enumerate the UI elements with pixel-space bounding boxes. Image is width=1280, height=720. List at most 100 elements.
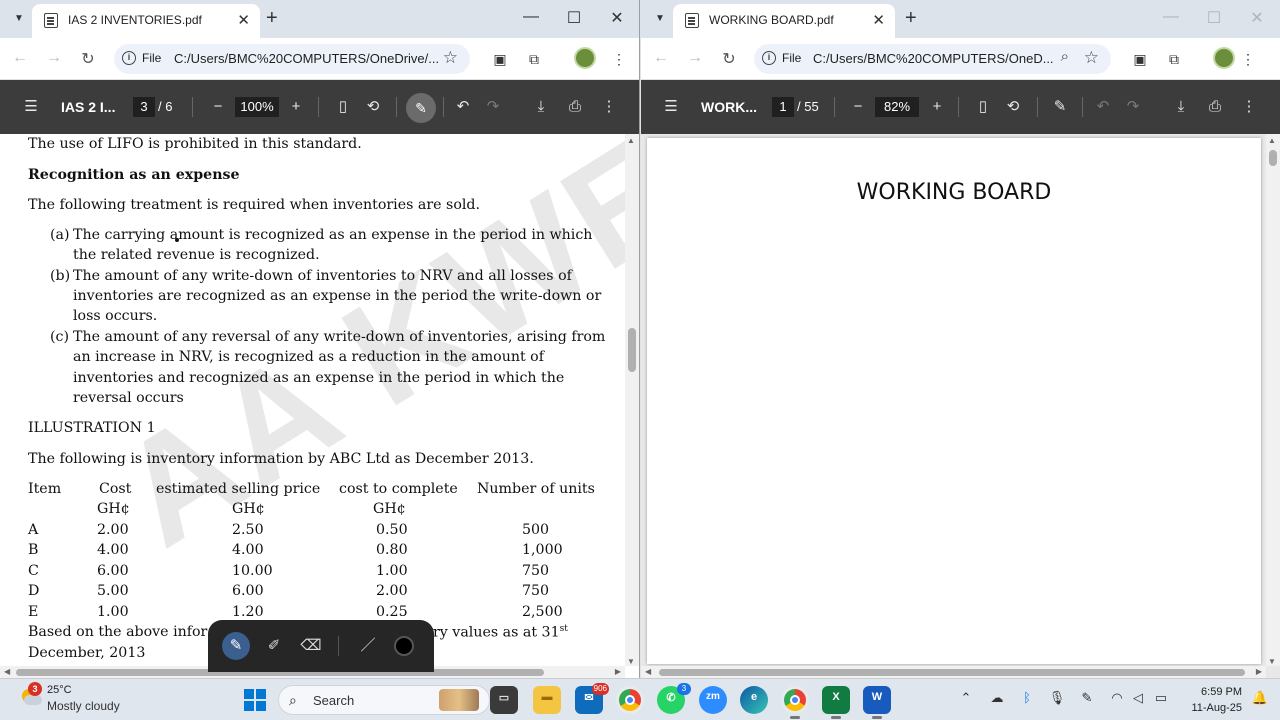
highlighter-tool-icon[interactable]: ✐ xyxy=(260,632,288,660)
scrollbar-thumb[interactable] xyxy=(628,328,636,372)
forward-arrow-icon[interactable]: → xyxy=(44,49,64,67)
info-icon[interactable]: i xyxy=(762,51,776,65)
reading-list-icon[interactable]: ▣ xyxy=(490,49,510,69)
more-options-icon[interactable]: ⋮ xyxy=(1238,97,1260,117)
pdf-viewer-right[interactable]: WORKING BOARD ▲ ▼ ◀ ▶ xyxy=(641,134,1280,678)
excel-icon[interactable]: X xyxy=(822,686,850,719)
volume-icon[interactable]: ◁ xyxy=(1129,690,1147,706)
extensions-puzzle-icon[interactable]: ⧉ xyxy=(524,49,544,69)
annotate-pen-icon[interactable]: ✎ xyxy=(406,93,436,123)
zoom-magnifier-icon[interactable]: ⌕ xyxy=(1061,48,1069,65)
zoom-level-input[interactable]: 100% xyxy=(235,97,279,117)
fit-page-icon[interactable]: ▯ xyxy=(332,97,354,117)
back-arrow-icon[interactable]: ← xyxy=(651,49,671,67)
print-icon[interactable]: ⎙ xyxy=(564,97,586,117)
tab-search-chevron-icon[interactable]: ▼ xyxy=(8,9,30,29)
rotate-icon[interactable]: ⟲ xyxy=(362,97,384,117)
fit-page-icon[interactable]: ▯ xyxy=(972,97,994,117)
pdf-viewer-left[interactable]: AA KWESI The use of LIFO is prohibited i… xyxy=(0,134,639,678)
new-tab-button[interactable]: + xyxy=(266,7,278,30)
print-icon[interactable]: ⎙ xyxy=(1204,97,1226,117)
windows-start-icon[interactable] xyxy=(244,689,266,711)
rotate-icon[interactable]: ⟲ xyxy=(1002,97,1024,117)
onedrive-offline-icon[interactable]: ☁ xyxy=(988,690,1006,706)
zoom-app-icon[interactable]: zm xyxy=(699,686,727,714)
scroll-down-arrow-icon[interactable]: ▼ xyxy=(627,657,635,666)
taskbar-search-box[interactable]: ⌕ Search xyxy=(278,685,490,715)
close-window-button[interactable]: ✕ xyxy=(1247,8,1267,28)
omnibox[interactable]: i File C:/Users/BMC%20COMPUTERS/OneD... … xyxy=(754,44,1111,74)
omnibox[interactable]: i File C:/Users/BMC%20COMPUTERS/OneDrive… xyxy=(114,44,470,74)
pen-size-icon[interactable]: ／ xyxy=(354,632,382,660)
bookmark-star-icon[interactable]: ☆ xyxy=(1084,48,1099,68)
close-tab-icon[interactable]: ✕ xyxy=(237,11,250,29)
scroll-left-arrow-icon[interactable]: ◀ xyxy=(4,667,10,676)
whatsapp-icon[interactable]: ✆ 3 xyxy=(657,683,691,714)
tab-ias2-inventories[interactable]: IAS 2 INVENTORIES.pdf ✕ xyxy=(32,4,260,38)
wifi-icon[interactable]: ◠ xyxy=(1108,690,1126,706)
scroll-right-arrow-icon[interactable]: ▶ xyxy=(1256,667,1262,676)
page-number-input[interactable]: 3 xyxy=(133,97,155,117)
weather-condition[interactable]: Mostly cloudy xyxy=(47,699,120,713)
reading-list-icon[interactable]: ▣ xyxy=(1130,49,1150,69)
download-icon[interactable]: ⤓ xyxy=(530,97,552,117)
battery-icon[interactable]: ▭ xyxy=(1152,690,1170,706)
page-number-input[interactable]: 1 xyxy=(772,97,794,117)
pen-tool-icon[interactable]: ✎ xyxy=(222,632,250,660)
bluetooth-icon[interactable]: ᛒ xyxy=(1018,690,1036,705)
task-view-icon[interactable]: ▭ xyxy=(490,686,518,714)
hscrollbar-thumb[interactable] xyxy=(659,669,1245,676)
maximize-button[interactable]: ☐ xyxy=(1204,8,1224,28)
scroll-up-arrow-icon[interactable]: ▲ xyxy=(1268,136,1276,145)
reload-icon[interactable]: ↻ xyxy=(78,49,98,69)
info-icon[interactable]: i xyxy=(122,51,136,65)
vertical-scrollbar[interactable]: ▲ ▼ xyxy=(1266,134,1280,666)
url-text[interactable]: C:/Users/BMC%20COMPUTERS/OneD... xyxy=(813,51,1054,66)
undo-icon[interactable]: ↶ xyxy=(452,97,474,117)
eraser-tool-icon[interactable]: ⌫ xyxy=(297,632,325,660)
zoom-out-icon[interactable]: − xyxy=(207,97,229,117)
notification-bell-icon[interactable]: 🔔 xyxy=(1252,690,1268,706)
chrome-icon[interactable] xyxy=(616,686,644,714)
scroll-right-arrow-icon[interactable]: ▶ xyxy=(615,667,621,676)
system-clock[interactable]: 6:59 PM 11-Aug-25 xyxy=(1191,684,1242,716)
minimize-button[interactable]: — xyxy=(521,8,541,26)
scroll-left-arrow-icon[interactable]: ◀ xyxy=(645,667,651,676)
annotate-pen-icon[interactable]: ✎ xyxy=(1049,97,1071,117)
more-options-icon[interactable]: ⋮ xyxy=(598,97,620,117)
tab-search-chevron-icon[interactable]: ▼ xyxy=(649,9,671,29)
reload-icon[interactable]: ↻ xyxy=(719,49,739,69)
edge-icon[interactable]: e xyxy=(740,686,768,714)
url-text[interactable]: C:/Users/BMC%20COMPUTERS/OneDrive/... xyxy=(174,51,439,66)
close-window-button[interactable]: ✕ xyxy=(607,8,627,28)
browser-menu-icon[interactable]: ⋮ xyxy=(1238,49,1258,69)
profile-avatar[interactable] xyxy=(1213,47,1235,69)
undo-icon[interactable]: ↶ xyxy=(1092,97,1114,117)
redo-icon[interactable]: ↷ xyxy=(482,97,504,117)
horizontal-scrollbar[interactable]: ◀ ▶ xyxy=(641,666,1266,678)
tab-working-board[interactable]: WORKING BOARD.pdf ✕ xyxy=(673,4,895,38)
sidebar-menu-icon[interactable]: ☰ xyxy=(20,97,42,117)
weather-temperature[interactable]: 25°C xyxy=(47,684,72,696)
mail-icon[interactable]: ✉ 906 xyxy=(575,683,609,714)
forward-arrow-icon[interactable]: → xyxy=(685,49,705,67)
chevron-up-icon[interactable]: ⌃ xyxy=(957,690,975,706)
bookmark-star-icon[interactable]: ☆ xyxy=(443,48,458,68)
download-icon[interactable]: ⤓ xyxy=(1170,97,1192,117)
file-explorer-icon[interactable]: ▬ xyxy=(533,686,561,714)
pen-menu-icon[interactable]: ✎ xyxy=(1078,690,1096,706)
zoom-level-input[interactable]: 82% xyxy=(875,97,919,117)
microphone-icon[interactable]: 🎙 xyxy=(1048,690,1066,706)
extensions-puzzle-icon[interactable]: ⧉ xyxy=(1164,49,1184,69)
scroll-up-arrow-icon[interactable]: ▲ xyxy=(627,136,635,145)
close-tab-icon[interactable]: ✕ xyxy=(872,11,885,29)
scrollbar-thumb[interactable] xyxy=(1269,150,1277,166)
word-icon[interactable]: W xyxy=(863,686,891,719)
sidebar-menu-icon[interactable]: ☰ xyxy=(660,97,682,117)
profile-avatar[interactable] xyxy=(574,47,596,69)
maximize-button[interactable]: ☐ xyxy=(564,8,584,28)
chrome-active-icon[interactable] xyxy=(781,686,809,719)
redo-icon[interactable]: ↷ xyxy=(1122,97,1144,117)
scroll-down-arrow-icon[interactable]: ▼ xyxy=(1268,657,1276,666)
zoom-in-icon[interactable]: + xyxy=(926,97,948,117)
